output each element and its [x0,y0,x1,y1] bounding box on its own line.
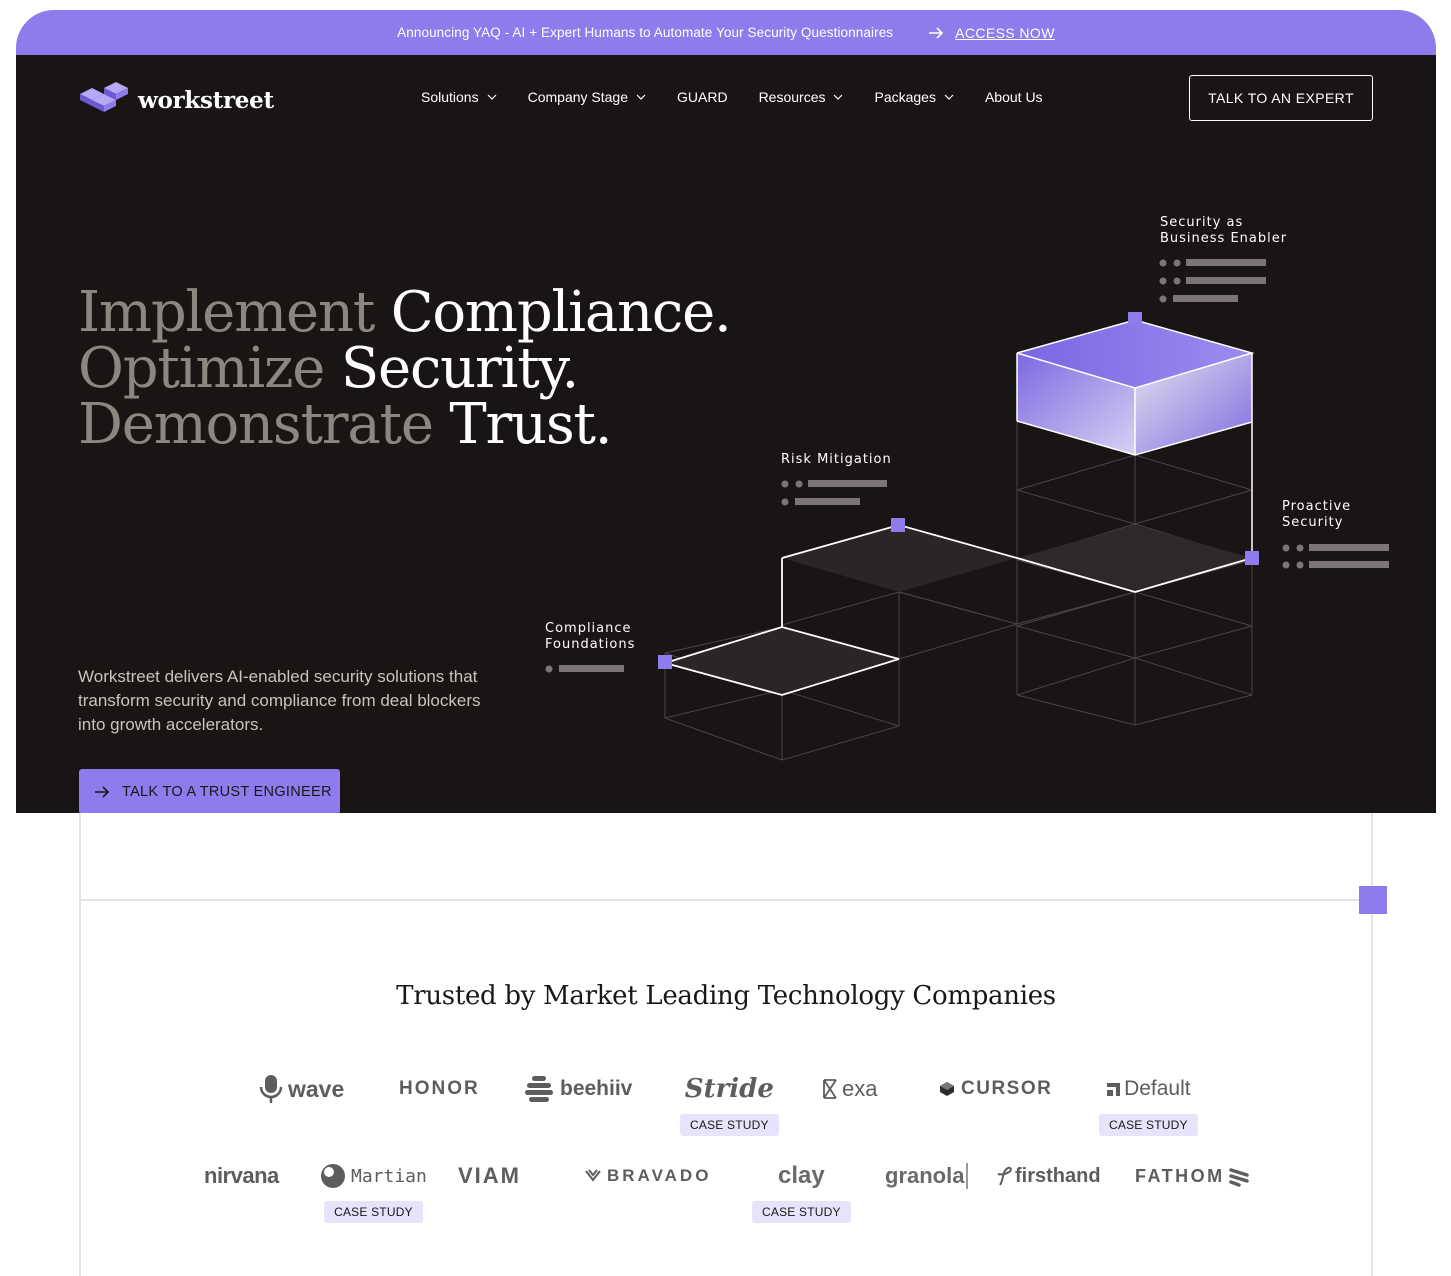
logo-name: clay [777,1162,825,1189]
case-study-badge[interactable]: CASE STUDY [1099,1114,1198,1136]
logo-bravado: BRAVADO [584,1158,711,1194]
logo-clay: clay CASE STUDY [752,1158,851,1223]
microphone-icon [259,1075,283,1103]
chevron-down-icon [585,1169,601,1182]
label-proactive-security: Proactive Security [1282,499,1352,530]
logo-cursor: CURSOR [939,1071,1052,1107]
logo-granola: granola [885,1158,969,1194]
headline-line-3: Demonstrate Trust. [78,397,731,453]
logo-mark: FATHOM [1135,1158,1250,1194]
case-study-badge[interactable]: CASE STUDY [752,1201,851,1223]
logo-name: nirvana [204,1163,279,1188]
logo-default: Default CASE STUDY [1099,1071,1198,1136]
case-study-badge[interactable]: CASE STUDY [680,1114,779,1136]
logo-name: VIAM [458,1163,521,1188]
logo-wave: wave [258,1071,344,1107]
headline-line-1: Implement Compliance. [78,285,732,341]
trust-engineer-label: TALK TO A TRUST ENGINEER [122,783,332,800]
trusted-section: Trusted by Market Leading Technology Com… [16,813,1436,1276]
fathom-icon [1228,1168,1249,1187]
logo-mark: clay [778,1158,825,1194]
logo-fathom: FATHOM [1135,1158,1250,1194]
hero-headline: Implement Compliance. Optimize Security.… [78,285,732,453]
logo-honor: HONOR [399,1071,480,1107]
page-frame: Announcing YAQ - AI + Expert Humans to A… [16,10,1436,1276]
access-now-link[interactable]: ACCESS NOW [955,25,1055,41]
label-compliance-foundations: Compliance Foundations [545,621,636,652]
logo-mark: HONOR [399,1071,480,1107]
label-risk-mitigation: Risk Mitigation [781,452,892,467]
logo-name: HONOR [399,1078,480,1099]
logo-mark: BRAVADO [584,1158,711,1194]
logo-name: granola [885,1163,969,1189]
headline-dim: Demonstrate [78,392,434,457]
logo-mark: Default [1106,1071,1191,1107]
hero-description: Workstreet delivers AI-enabled security … [78,667,481,734]
trusted-title: Trusted by Market Leading Technology Com… [396,981,1056,1011]
logo-mark: CURSOR [939,1071,1052,1107]
label-security-enabler: Security as Business Enabler [1160,215,1288,246]
logo-exa: exa [822,1071,877,1107]
logo-nirvana: nirvana [204,1158,279,1194]
announcement-bar: Announcing YAQ - AI + Expert Humans to A… [16,10,1436,55]
case-study-badge[interactable]: CASE STUDY [324,1201,423,1223]
beehive-icon [525,1076,553,1102]
logo-name: exa [842,1076,878,1101]
cube-icon [940,1082,954,1096]
logo-mark: nirvana [204,1158,279,1194]
logo-beehiiv: beehiiv [524,1071,632,1107]
logo-viam: VIAM [458,1158,521,1194]
logo-name: beehiiv [560,1077,633,1100]
default-icon [1107,1083,1121,1096]
arrow-right-icon [93,783,111,801]
arrow-right-icon [927,24,945,42]
logo-mark: Martian [320,1158,427,1194]
martian-icon [321,1164,345,1188]
logo-name: Default [1124,1077,1191,1100]
headline-line-2: Optimize Security. [78,341,731,397]
logo-mark: beehiiv [524,1071,632,1107]
logo-name: firsthand [1015,1164,1101,1187]
logo-martian: Martian CASE STUDY [320,1158,427,1223]
headline-bright: Trust. [449,392,612,457]
logo-name: FATHOM [1135,1165,1225,1186]
section-divider [79,813,81,1276]
logo-firsthand: firsthand [996,1158,1101,1194]
accent-square [1359,886,1387,914]
talk-to-trust-engineer-button[interactable]: TALK TO A TRUST ENGINEER [79,769,340,814]
logo-name: Stride [684,1074,774,1104]
logo-name: Martian [351,1165,427,1187]
logo-mark: VIAM [458,1158,521,1194]
exa-icon [823,1079,837,1099]
section-divider [1371,813,1373,1276]
logo-name: CURSOR [961,1078,1053,1099]
logo-mark: exa [822,1071,877,1107]
firsthand-icon [997,1166,1012,1186]
logo-mark: wave [258,1071,344,1107]
announcement-message: Announcing YAQ - AI + Expert Humans to A… [397,25,894,40]
section-divider [79,899,1373,901]
logo-name: wave [288,1075,345,1102]
logo-mark: firsthand [996,1158,1101,1194]
logo-stride: Stride CASE STUDY [680,1071,779,1136]
hero-section: workstreet Solutions Company Stage GUARD… [16,55,1436,814]
logo-mark: Stride [685,1071,774,1107]
logo-name: BRAVADO [607,1166,712,1185]
logo-mark: granola [885,1158,969,1194]
